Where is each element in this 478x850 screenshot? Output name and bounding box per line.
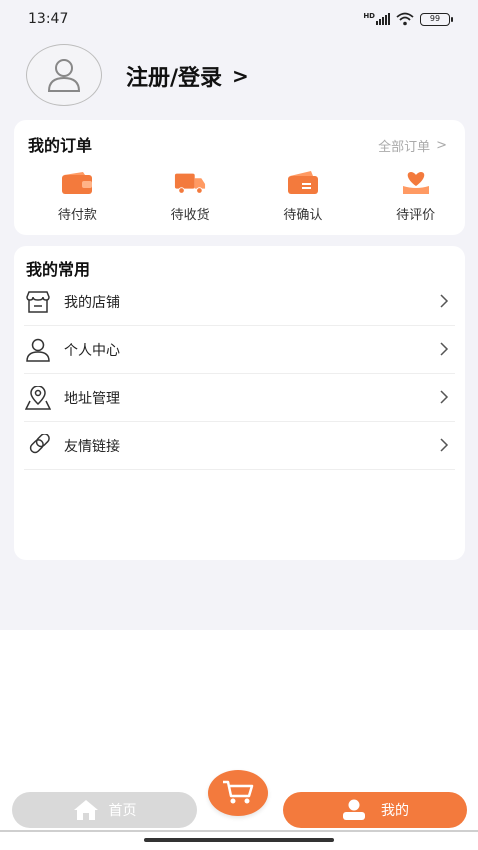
chevron-right-icon: > <box>232 64 249 88</box>
location-icon <box>24 385 52 410</box>
avatar[interactable] <box>26 44 102 106</box>
order-label: 待评价 <box>396 208 436 223</box>
order-pending-confirm[interactable]: 待确认 <box>254 170 353 223</box>
menu-item-label: 个人中心 <box>64 342 120 359</box>
link-icon <box>24 433 52 458</box>
chevron-right-icon <box>440 390 449 404</box>
status-time: 13:47 <box>28 11 69 27</box>
order-pending-receipt[interactable]: 待收货 <box>141 170 240 223</box>
menu-item-personal-center[interactable]: 个人中心 <box>24 326 455 374</box>
card-icon <box>287 170 319 196</box>
orders-card: 我的订单 全部订单 > 待付款 待收货 待确认 待评价 <box>14 120 465 235</box>
chevron-right-icon: > <box>436 138 447 153</box>
menu-item-friend-links[interactable]: 友情链接 <box>24 422 455 470</box>
login-label: 注册/登录 <box>126 66 223 91</box>
truck-icon <box>174 170 206 196</box>
chevron-right-icon <box>440 438 449 452</box>
network-type-label: HD <box>363 12 375 20</box>
menu-item-label: 地址管理 <box>64 390 120 407</box>
common-card: 我的常用 我的店铺 个人中心 地址管理 友情链接 <box>14 246 465 560</box>
order-label: 待付款 <box>57 208 97 223</box>
tab-mine-label: 我的 <box>381 803 409 819</box>
common-title: 我的常用 <box>26 260 91 279</box>
wifi-icon <box>396 12 414 26</box>
chevron-right-icon <box>440 294 449 308</box>
user-avatar-icon <box>47 59 81 92</box>
order-label: 待收货 <box>170 208 210 223</box>
home-icon <box>73 800 98 820</box>
heart-hand-icon <box>400 170 432 196</box>
store-icon <box>24 290 52 314</box>
cart-icon <box>223 780 254 804</box>
wallet-icon <box>61 170 93 196</box>
all-orders-link[interactable]: 全部订单 > <box>378 136 447 155</box>
person-icon <box>24 338 52 362</box>
battery-icon: 99 <box>420 12 453 26</box>
order-label: 待确认 <box>283 208 323 223</box>
menu-item-my-store[interactable]: 我的店铺 <box>24 278 455 326</box>
status-bar: 13:47 HD 99 <box>0 0 478 40</box>
menu-item-label: 我的店铺 <box>64 294 120 311</box>
menu-item-label: 友情链接 <box>64 438 120 455</box>
tab-home-label: 首页 <box>108 803 137 819</box>
order-status-list: 待付款 待收货 待确认 待评价 <box>14 170 465 223</box>
tab-home[interactable]: 首页 <box>12 792 197 828</box>
all-orders-label: 全部订单 <box>378 140 431 155</box>
signal-icon <box>376 13 390 25</box>
order-pending-review[interactable]: 待评价 <box>366 170 465 223</box>
user-tab-icon <box>343 799 365 820</box>
login-link[interactable]: 注册/登录 > <box>126 60 249 92</box>
orders-title: 我的订单 <box>28 136 93 155</box>
chevron-right-icon <box>440 342 449 356</box>
home-indicator[interactable] <box>144 838 334 842</box>
common-menu-list: 我的店铺 个人中心 地址管理 友情链接 <box>24 278 455 470</box>
status-icons: HD 99 <box>363 12 453 26</box>
divider <box>0 830 478 832</box>
tab-mine[interactable]: 我的 <box>283 792 467 828</box>
menu-item-address[interactable]: 地址管理 <box>24 374 455 422</box>
cart-button[interactable] <box>208 770 268 816</box>
order-pending-payment[interactable]: 待付款 <box>28 170 127 223</box>
